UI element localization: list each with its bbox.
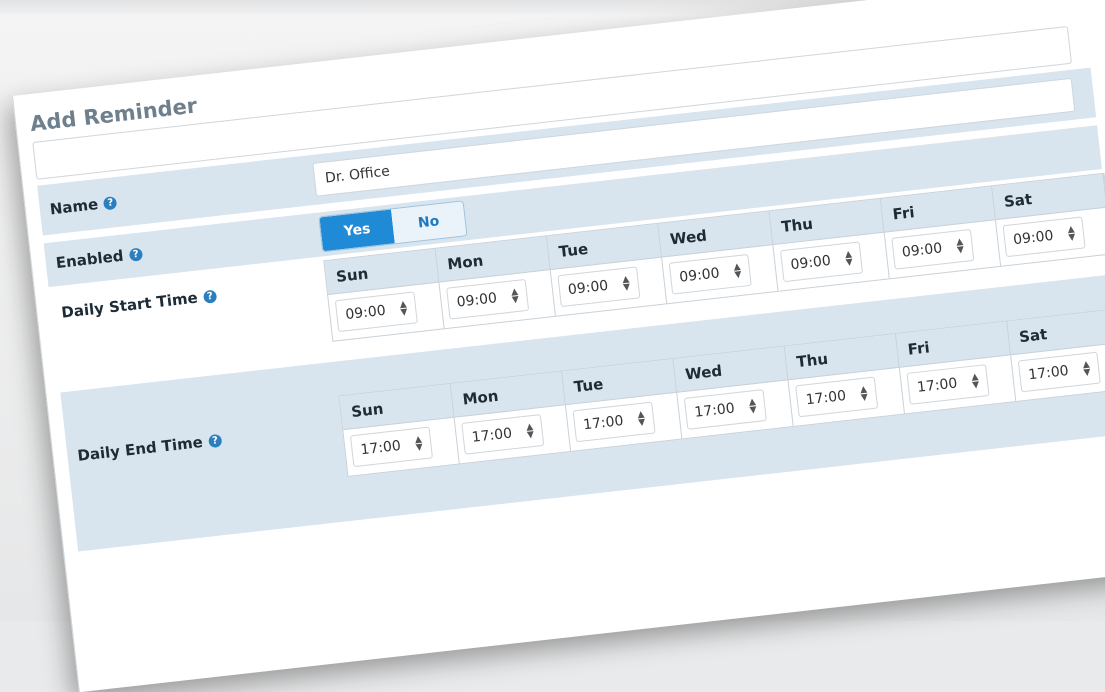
up-down-arrows-icon[interactable]: ▲ ▼: [511, 287, 520, 306]
end-time-spinner-fri[interactable]: 17:00 ▲ ▼: [906, 364, 990, 405]
start-time-spinner-fri[interactable]: 09:00 ▲ ▼: [891, 228, 975, 270]
start-time-spinner-tue[interactable]: 09:00 ▲ ▼: [557, 266, 641, 308]
help-icon[interactable]: ?: [103, 195, 118, 210]
end-time-spinner-sun[interactable]: 17:00 ▲ ▼: [349, 426, 434, 468]
up-down-arrows-icon[interactable]: ▲ ▼: [1082, 360, 1091, 379]
enabled-no-button[interactable]: No: [391, 201, 467, 244]
up-down-arrows-icon[interactable]: ▲ ▼: [526, 422, 535, 441]
add-reminder-panel: Add Reminder Name ? Dr. Office Enabled ?…: [12, 0, 1105, 692]
up-down-arrows-icon[interactable]: ▲ ▼: [956, 237, 965, 256]
up-down-arrows-icon[interactable]: ▲ ▼: [622, 274, 631, 293]
end-time-spinner-sat[interactable]: 17:00 ▲ ▼: [1017, 351, 1101, 393]
help-icon[interactable]: ?: [207, 433, 223, 448]
start-time-spinner-mon[interactable]: 09:00 ▲ ▼: [446, 278, 530, 320]
up-down-arrows-icon[interactable]: ▲ ▼: [637, 410, 646, 429]
up-down-arrows-icon[interactable]: ▲ ▼: [844, 249, 853, 268]
help-icon[interactable]: ?: [128, 247, 143, 262]
up-down-arrows-icon[interactable]: ▲ ▼: [733, 262, 742, 281]
start-time-spinner-sun[interactable]: 09:00 ▲ ▼: [334, 291, 418, 333]
end-time-spinner-mon[interactable]: 17:00 ▲ ▼: [461, 414, 545, 455]
start-time-spinner-thu[interactable]: 09:00 ▲ ▼: [779, 241, 864, 283]
up-down-arrows-icon[interactable]: ▲ ▼: [860, 385, 869, 404]
start-time-spinner-sat[interactable]: 09:00 ▲ ▼: [1002, 216, 1086, 258]
start-time-label: Daily Start Time ?: [60, 287, 218, 322]
end-time-spinner-wed[interactable]: 17:00 ▲ ▼: [683, 389, 767, 430]
up-down-arrows-icon[interactable]: ▲ ▼: [1067, 224, 1076, 243]
up-down-arrows-icon[interactable]: ▲ ▼: [414, 434, 423, 453]
end-time-spinner-tue[interactable]: 17:00 ▲ ▼: [572, 401, 656, 443]
start-time-spinner-wed[interactable]: 09:00 ▲ ▼: [668, 253, 752, 295]
up-down-arrows-icon[interactable]: ▲ ▼: [748, 397, 757, 416]
enabled-yes-button[interactable]: Yes: [319, 209, 395, 252]
end-time-spinner-thu[interactable]: 17:00 ▲ ▼: [795, 376, 879, 418]
up-down-arrows-icon[interactable]: ▲ ▼: [399, 299, 408, 318]
up-down-arrows-icon[interactable]: ▲ ▼: [971, 372, 980, 391]
help-icon[interactable]: ?: [202, 288, 218, 304]
